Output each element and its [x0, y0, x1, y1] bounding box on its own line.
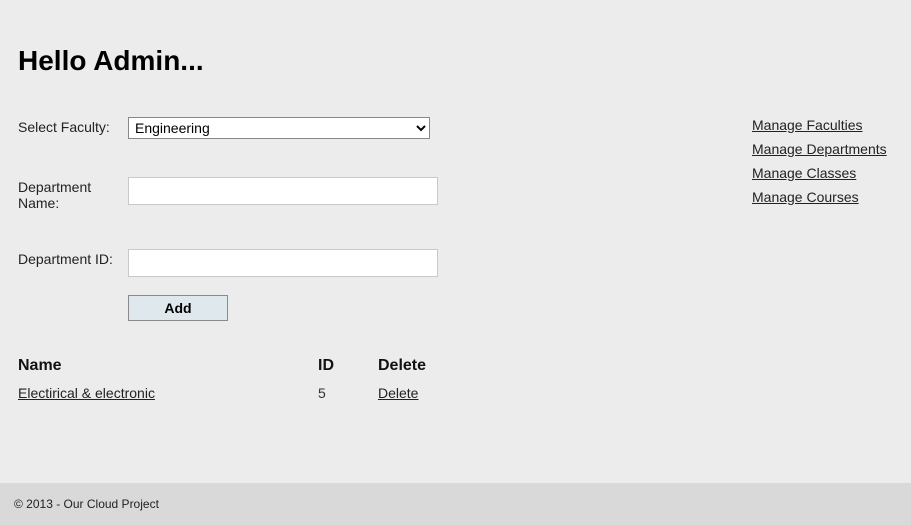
department-id-input[interactable] — [128, 249, 438, 277]
department-name-input[interactable] — [128, 177, 438, 205]
department-name-label: Department Name: — [18, 177, 128, 211]
faculty-select[interactable]: Engineering — [128, 117, 430, 139]
select-faculty-label: Select Faculty: — [18, 117, 128, 135]
col-name: Name — [18, 351, 318, 381]
sidebar-manage-classes[interactable]: Manage Classes — [748, 165, 887, 181]
col-delete: Delete — [378, 351, 448, 381]
row-name-link[interactable]: Electirical & electronic — [18, 385, 155, 401]
department-id-label: Department ID: — [18, 249, 128, 267]
page-title: Hello Admin... — [0, 0, 911, 77]
dept-id-row: Department ID: — [18, 249, 738, 277]
sidebar-manage-faculties[interactable]: Manage Faculties — [748, 117, 887, 133]
table-header-row: Name ID Delete — [18, 351, 448, 381]
main-area: Select Faculty: Engineering Department N… — [0, 77, 911, 405]
add-button[interactable]: Add — [128, 295, 228, 321]
faculty-row: Select Faculty: Engineering — [18, 117, 738, 139]
form-area: Select Faculty: Engineering Department N… — [18, 117, 738, 405]
sidebar: Manage Faculties Manage Departments Mana… — [738, 117, 887, 213]
col-id: ID — [318, 351, 378, 381]
footer: © 2013 - Our Cloud Project — [0, 483, 911, 525]
departments-table: Name ID Delete Electirical & electronic … — [18, 351, 448, 405]
footer-text: © 2013 - Our Cloud Project — [14, 497, 159, 511]
sidebar-manage-departments[interactable]: Manage Departments — [748, 141, 887, 157]
table-row: Electirical & electronic 5 Delete — [18, 381, 448, 405]
sidebar-manage-courses[interactable]: Manage Courses — [748, 189, 887, 205]
row-delete-link[interactable]: Delete — [378, 385, 418, 401]
dept-name-row: Department Name: — [18, 177, 738, 211]
row-id: 5 — [318, 381, 378, 405]
